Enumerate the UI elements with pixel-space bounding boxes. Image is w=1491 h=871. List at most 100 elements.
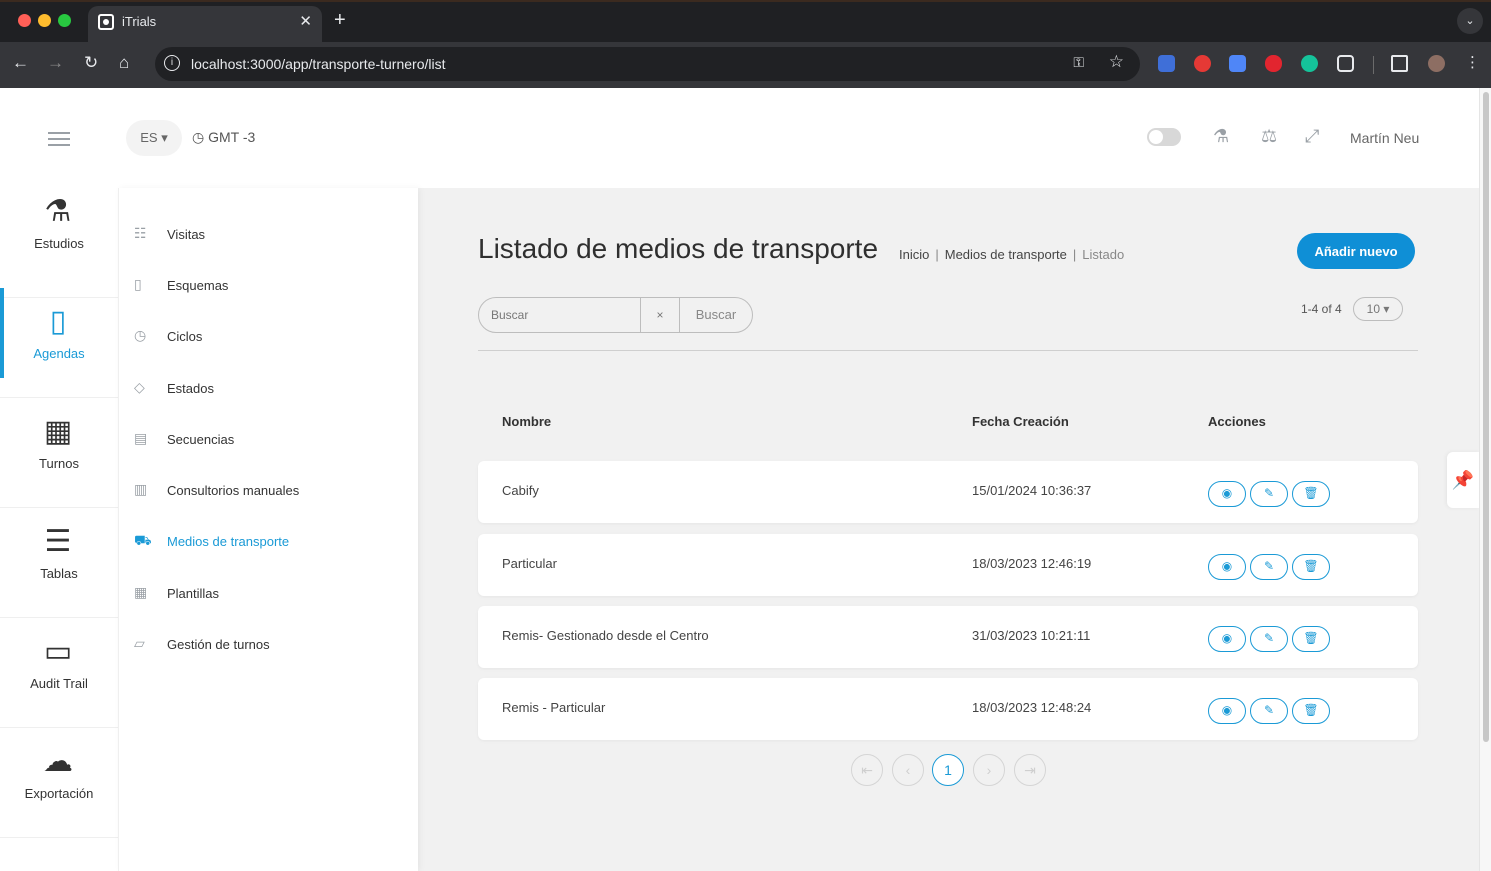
password-key-icon[interactable]: ⚿ — [1073, 54, 1084, 71]
extensions-puzzle-icon[interactable] — [1337, 55, 1354, 72]
eye-icon: ◉ — [1221, 631, 1233, 645]
rail-item-estudios[interactable]: ⚗ Estudios — [0, 188, 118, 298]
column-header-fecha-creacion[interactable]: Fecha Creación — [972, 414, 1069, 429]
eye-icon: ◉ — [1221, 559, 1233, 573]
search-button[interactable]: Buscar — [680, 298, 752, 332]
search-input[interactable] — [479, 298, 640, 332]
extension-lastpass-icon[interactable] — [1265, 55, 1282, 72]
browser-toolbar: ← → ↻ ⌂ i localhost:3000/app/transporte-… — [0, 42, 1491, 88]
subnav-item-label: Estados — [167, 381, 214, 396]
trash-icon: 🗑 — [1303, 486, 1319, 500]
trash-icon: 🗑 — [1303, 559, 1319, 573]
current-page-button[interactable]: 1 — [932, 754, 964, 786]
new-tab-icon[interactable]: + — [334, 9, 346, 32]
edit-button[interactable]: ✎ — [1250, 481, 1288, 507]
extension-adblock-icon[interactable] — [1194, 55, 1211, 72]
menu-toggle-icon[interactable] — [48, 132, 70, 146]
rail-item-agendas[interactable]: ▯ Agendas — [0, 288, 118, 398]
site-info-icon[interactable]: i — [164, 55, 180, 71]
edit-button[interactable]: ✎ — [1250, 698, 1288, 724]
view-button[interactable]: ◉ — [1208, 481, 1246, 507]
bookmark-star-icon[interactable]: ☆ — [1109, 52, 1124, 72]
tab-title: iTrials — [122, 14, 157, 29]
pin-icon[interactable]: 📌 — [1447, 452, 1479, 508]
header-divider — [478, 350, 1418, 351]
rail-active-indicator — [0, 288, 4, 378]
row-date: 15/01/2024 10:36:37 — [972, 483, 1092, 498]
table-row: Particular 18/03/2023 12:46:19 ◉ ✎ 🗑 — [478, 534, 1418, 596]
fullscreen-icon[interactable]: ⤢ — [1305, 126, 1319, 147]
delete-button[interactable]: 🗑 — [1292, 626, 1330, 652]
subnav-item-label: Gestión de turnos — [167, 637, 270, 652]
add-new-button[interactable]: Añadir nuevo — [1297, 233, 1415, 269]
back-icon[interactable]: ← — [12, 53, 29, 73]
search-group: × Buscar — [478, 297, 753, 333]
table-row: Cabify 15/01/2024 10:36:37 ◉ ✎ 🗑 — [478, 461, 1418, 523]
profile-avatar[interactable] — [1428, 55, 1445, 72]
column-header-nombre[interactable]: Nombre — [502, 414, 551, 429]
rail-item-label: Turnos — [39, 456, 79, 471]
view-button[interactable]: ◉ — [1208, 698, 1246, 724]
rail-item-label: Tablas — [40, 566, 78, 581]
row-date: 18/03/2023 12:46:19 — [972, 556, 1092, 571]
reload-icon[interactable]: ↻ — [84, 53, 98, 73]
toolbar-divider — [1373, 56, 1374, 74]
breadcrumb: Inicio | Medios de transporte | Listado — [899, 247, 1125, 262]
checklist-icon: ☷ — [134, 225, 147, 241]
page-size-select[interactable]: 10 ▾ — [1353, 297, 1403, 321]
forward-icon[interactable]: → — [47, 53, 64, 73]
delete-button[interactable]: 🗑 — [1292, 481, 1330, 507]
rail-item-exportacion[interactable]: ☁ Exportación — [0, 728, 118, 838]
edit-button[interactable]: ✎ — [1250, 554, 1288, 580]
clear-search-button[interactable]: × — [640, 298, 680, 332]
calendar-icon: ▦ — [43, 415, 73, 448]
breadcrumb-section-link[interactable]: Medios de transporte — [945, 247, 1067, 262]
home-icon[interactable]: ⌂ — [119, 53, 129, 73]
subnav-item-label: Ciclos — [167, 329, 203, 344]
last-page-icon[interactable]: ⇥ — [1014, 754, 1046, 786]
view-button[interactable]: ◉ — [1208, 626, 1246, 652]
subnav-item-label: Plantillas — [167, 586, 220, 601]
subnav-item-label: Medios de transporte — [167, 534, 290, 549]
folder-icon: ▱ — [134, 635, 145, 651]
browser-tab[interactable]: iTrials ✕ — [88, 6, 322, 42]
tab-close-icon[interactable]: ✕ — [299, 12, 312, 30]
scrollbar-thumb[interactable] — [1483, 92, 1489, 742]
extension-shield-icon[interactable] — [1158, 55, 1175, 72]
rail-item-turnos[interactable]: ▦ Turnos — [0, 398, 118, 508]
breadcrumb-home-link[interactable]: Inicio — [899, 247, 929, 262]
delete-button[interactable]: 🗑 — [1292, 554, 1330, 580]
address-bar[interactable]: i localhost:3000/app/transporte-turnero/… — [155, 47, 1140, 81]
page-scrollbar[interactable] — [1479, 88, 1491, 871]
extension-grammarly-icon[interactable] — [1301, 55, 1318, 72]
edit-button[interactable]: ✎ — [1250, 626, 1288, 652]
scales-icon[interactable]: ⚖ — [1261, 126, 1277, 147]
page-title: Listado de medios de transporte — [478, 233, 879, 264]
app-header: ES ▾ ◷ GMT -3 ⚗ ⚖ ⤢ Martín Neu — [0, 88, 1479, 188]
microscope-icon[interactable]: ⚗ — [1213, 126, 1229, 147]
view-button[interactable]: ◉ — [1208, 554, 1246, 580]
clock-icon: ◷ — [192, 129, 205, 145]
rail-item-audit-trail[interactable]: ▭ Audit Trail — [0, 618, 118, 728]
tab-search-icon[interactable]: ⌄ — [1457, 8, 1483, 34]
side-panel-icon[interactable] — [1391, 55, 1408, 72]
document-icon: ▯ — [134, 276, 142, 292]
user-name[interactable]: Martín Neu — [1350, 130, 1419, 146]
extension-translate-icon[interactable] — [1229, 55, 1246, 72]
tab-favicon-icon — [98, 14, 114, 30]
first-page-icon[interactable]: ⇤ — [851, 754, 883, 786]
delete-button[interactable]: 🗑 — [1292, 698, 1330, 724]
edit-icon: ✎ — [1263, 631, 1275, 645]
rail-item-tablas[interactable]: ☰ Tablas — [0, 508, 118, 618]
language-selector[interactable]: ES ▾ — [126, 120, 182, 156]
rail-item-label: Estudios — [34, 236, 84, 251]
window-minimize-button[interactable] — [38, 14, 51, 27]
browser-menu-icon[interactable]: ⋮ — [1465, 53, 1480, 71]
window-maximize-button[interactable] — [58, 14, 71, 27]
window-close-button[interactable] — [18, 14, 31, 27]
microscope-icon: ⚗ — [44, 195, 72, 228]
prev-page-icon[interactable]: ‹ — [892, 754, 924, 786]
subnav-item-label: Visitas — [167, 227, 206, 242]
theme-toggle[interactable] — [1147, 128, 1181, 146]
next-page-icon[interactable]: › — [973, 754, 1005, 786]
